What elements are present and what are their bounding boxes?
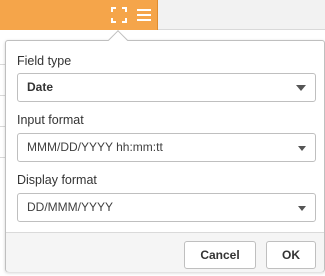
expand-icon[interactable]	[111, 7, 127, 23]
hamburger-menu-icon[interactable]	[136, 7, 152, 23]
display-format-label: Display format	[17, 173, 97, 187]
stage: Field type Date Input format MMM/DD/YYYY…	[0, 0, 325, 276]
field-type-value: Date	[27, 80, 54, 94]
dropdown-caret-icon	[296, 85, 306, 91]
column-header[interactable]	[0, 0, 158, 30]
field-format-popover: Field type Date Input format MMM/DD/YYYY…	[5, 40, 325, 272]
dropdown-caret-icon	[298, 146, 306, 151]
ok-button[interactable]: OK	[266, 241, 316, 269]
field-type-label: Field type	[17, 54, 72, 68]
cancel-button[interactable]: Cancel	[184, 241, 256, 269]
display-format-value: DD/MMM/YYYY	[27, 200, 114, 214]
dropdown-caret-icon	[298, 206, 306, 211]
field-type-select[interactable]: Date	[17, 73, 316, 102]
display-format-select[interactable]: DD/MMM/YYYY	[17, 193, 316, 222]
column-header-empty	[158, 0, 325, 30]
input-format-select[interactable]: MMM/DD/YYYY hh:mm:tt	[17, 133, 316, 162]
input-format-label: Input format	[17, 113, 84, 127]
dialog-footer: Cancel OK	[6, 232, 324, 272]
input-format-value: MMM/DD/YYYY hh:mm:tt	[27, 140, 163, 154]
